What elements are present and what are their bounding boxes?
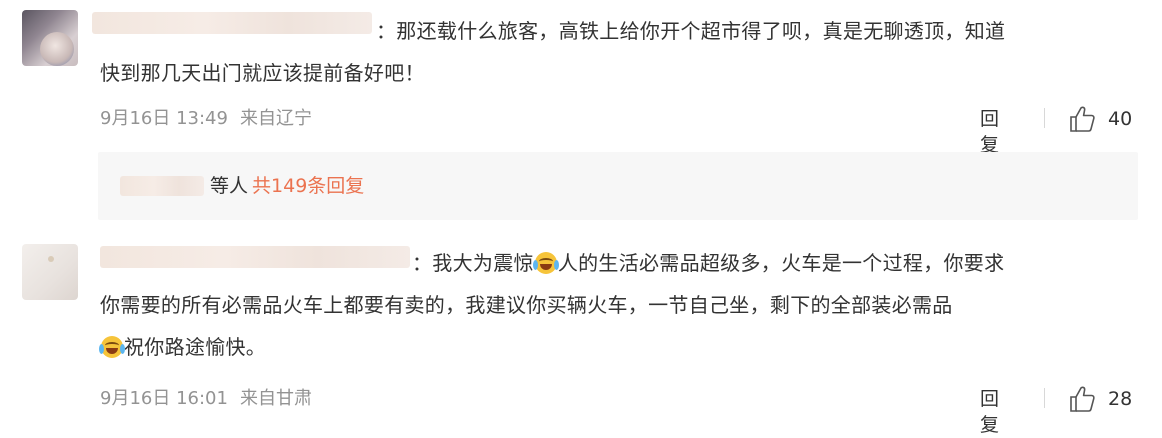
comment-date: 9月16日 13:49 [100, 108, 228, 129]
comment-item: ：我大为震惊 人的生活必需品超级多，火车是一个过程，你要求 你需要的所有必需品火车… [0, 222, 1162, 436]
comment-text: ：那还载什么旅客，高铁上给你开个超市得了呗，真是无聊透顶，知道 [376, 19, 1006, 43]
comment-text-part: ：我大为震惊 [412, 251, 534, 275]
laughing-crying-emoji-icon [99, 336, 125, 358]
like-count: 28 [1108, 388, 1133, 410]
avatar[interactable] [22, 244, 78, 300]
comment-date: 9月16日 16:01 [100, 388, 228, 409]
thumbs-up-icon[interactable] [1068, 384, 1098, 418]
blurred-username[interactable] [100, 246, 410, 268]
reply-button[interactable]: 回复 [980, 386, 999, 438]
laughing-crying-emoji-icon [532, 252, 559, 274]
thumbs-up-icon[interactable] [1068, 104, 1098, 138]
like-count: 40 [1108, 108, 1133, 130]
blurred-username[interactable] [120, 176, 204, 196]
comment-text-part: 祝你路途愉快。 [124, 335, 267, 359]
divider [1044, 108, 1045, 128]
comment-text: 你需要的所有必需品火车上都要有卖的，我建议你买辆火车，一节自己坐，剩下的全部装必… [100, 293, 953, 317]
thread-suffix: 等人 [210, 175, 249, 197]
comment-meta: 9月16日 13:49 来自辽宁 [100, 106, 324, 132]
comment-location: 来自甘肃 [239, 388, 312, 409]
avatar[interactable] [22, 10, 78, 66]
view-replies-link[interactable]: 共149条回复 [252, 175, 364, 197]
comment-meta: 9月16日 16:01 来自甘肃 [100, 386, 324, 412]
comment-text: 快到那几天出门就应该提前备好吧！ [100, 61, 425, 85]
thread-summary: 等人 共149条回复 [210, 172, 364, 200]
divider [1044, 388, 1045, 408]
comment-text: ：我大为震惊 人的生活必需品超级多，火车是一个过程，你要求 [412, 246, 1004, 280]
comment-text-part: 人的生活必需品超级多，火车是一个过程，你要求 [557, 251, 1005, 275]
comment-item: ：那还载什么旅客，高铁上给你开个超市得了呗，真是无聊透顶，知道 快到那几天出门就… [0, 0, 1162, 156]
comment-text: 祝你路途愉快。 [99, 330, 267, 364]
reply-button[interactable]: 回复 [980, 106, 999, 158]
blurred-username[interactable] [92, 12, 372, 34]
reply-thread-box[interactable]: 等人 共149条回复 [98, 152, 1138, 220]
comment-location: 来自辽宁 [239, 108, 312, 129]
